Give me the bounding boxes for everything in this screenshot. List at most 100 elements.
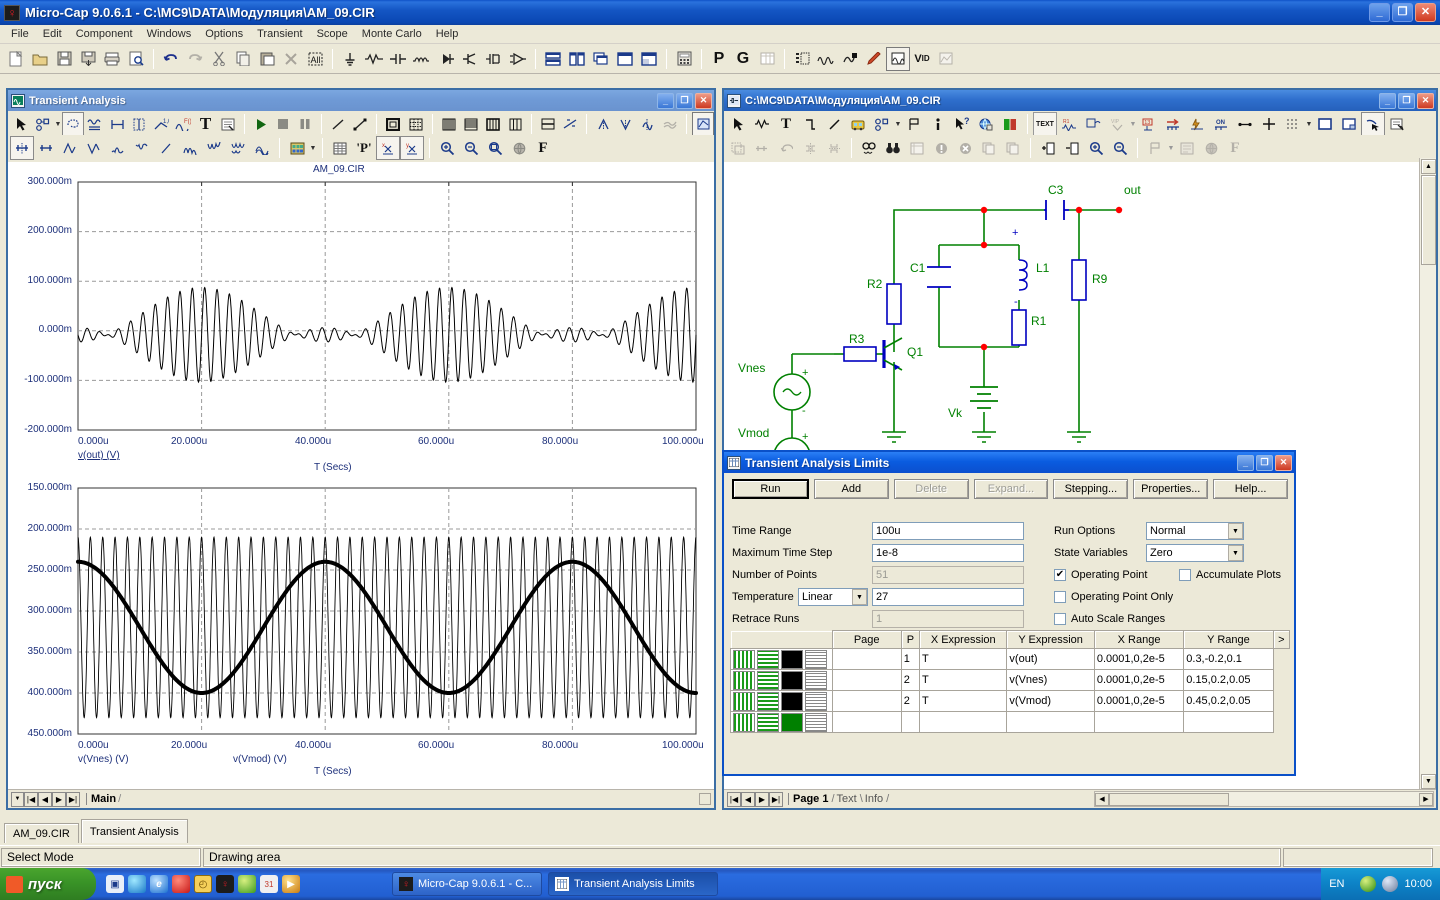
stepping-button[interactable]: Stepping... [1053,479,1129,499]
fft-function-icon[interactable]: F() [172,112,194,136]
probe-pen-icon[interactable] [862,47,886,71]
probe-g-icon[interactable]: G [731,47,755,71]
row-swatches[interactable] [730,648,833,670]
next-valley-icon[interactable] [202,136,226,160]
chevron-down-icon[interactable]: ▼ [1228,545,1243,561]
color-swatch[interactable] [781,670,803,690]
menu-item-transient[interactable]: Transient [250,26,309,42]
label-branch-icon[interactable]: 1,0 [150,112,172,136]
print-icon[interactable] [100,47,124,71]
volume-icon[interactable] [1382,876,1399,892]
line-style-swatch[interactable] [733,649,755,669]
menu-item-windows[interactable]: Windows [140,26,199,42]
scroll-up-button[interactable]: ▲ [1421,159,1436,174]
micro-cap-logo-icon[interactable]: ♀ [216,875,234,893]
vid-label-icon[interactable]: V ID [910,47,934,71]
x-expand-icon[interactable] [34,136,58,160]
plot2-legend-vnes[interactable]: v(Vnes) (V) [78,754,129,765]
numeric-output-icon[interactable] [328,136,352,160]
model-editor-icon[interactable] [838,47,862,71]
header-x-expression[interactable]: X Expression [919,630,1008,649]
scale-mode-icon[interactable] [32,112,54,136]
label-R2[interactable]: R2 [867,277,883,291]
resistor-component-icon[interactable] [362,47,386,71]
color-swatch[interactable] [781,691,803,711]
text-tool-icon[interactable]: T [195,112,217,136]
grid-dots-icon[interactable] [1281,112,1305,136]
numeric-swatch[interactable] [805,670,827,690]
animate-icon[interactable] [691,112,715,136]
chevron-down-icon[interactable]: ▼ [894,112,902,136]
flag-list-icon[interactable] [1143,136,1167,160]
x-axis-scale-icon[interactable]: x [376,136,400,160]
print-preview-icon[interactable] [124,47,148,71]
part-name-icon[interactable]: R1 [1057,112,1081,136]
pattern-swatch[interactable] [757,712,779,732]
cell-p[interactable] [900,711,921,733]
save-all-icon[interactable] [76,47,100,71]
color-swatch[interactable] [781,649,803,669]
component-R9[interactable] [1071,259,1087,301]
scroll-down-button[interactable]: ▼ [1421,774,1436,789]
cell-x-range[interactable]: 0.0001,0,2e-5 [1093,648,1185,670]
cursor-crosshair-icon[interactable] [559,112,581,136]
hscroll-thumb[interactable] [1109,792,1229,806]
line-tool-icon[interactable] [327,112,349,136]
time-range-input[interactable]: 100u [872,522,1024,540]
doc-tab-am09[interactable]: AM_09.CIR [4,823,79,843]
cell-page[interactable] [831,711,902,733]
prev-page-button[interactable]: ◀ [38,791,52,807]
limits-maximize-button[interactable]: ❐ [1256,454,1273,471]
scroll-thumb[interactable] [1421,175,1436,265]
cell-p[interactable]: 2 [900,669,921,691]
group-select-icon[interactable] [726,136,750,160]
plot1-legend-vout[interactable]: v(out) (V) [78,450,120,461]
numeric-swatch[interactable] [805,712,827,732]
cut-icon[interactable] [207,47,231,71]
page-tab-main[interactable]: Main [86,793,116,805]
scroll-right-button[interactable]: ▶ [1419,792,1433,806]
row-swatches[interactable] [730,690,833,712]
doc-tab-transient-analysis[interactable]: Transient Analysis [80,819,188,843]
label-Q1[interactable]: Q1 [907,345,923,359]
taskbar-item-transient-limits[interactable]: Transient Analysis Limits [548,872,718,896]
temperature-mode-select[interactable]: Linear ▼ [798,588,868,606]
envelope-cursor-icon[interactable] [250,136,274,160]
operating-point-checkbox[interactable]: ✔ [1054,569,1066,581]
label-out-node[interactable]: out [1124,183,1141,197]
chevron-down-icon[interactable]: ▼ [54,112,61,136]
cascade-windows-icon[interactable] [589,47,613,71]
current-arrows-icon[interactable] [1161,112,1185,136]
last-page-button[interactable]: ▶| [769,791,783,807]
mirror-icon[interactable] [798,136,822,160]
peak-cursor-icon[interactable] [58,136,82,160]
error-icon[interactable] [953,136,977,160]
cell-x-expression[interactable]: T [919,669,1008,691]
calendar-icon[interactable]: 31 [260,875,278,893]
line-style-swatch[interactable] [733,670,755,690]
row-swatches[interactable] [730,711,833,733]
max-time-step-input[interactable]: 1e-8 [872,544,1024,562]
split-window-icon[interactable] [637,47,661,71]
title-block-icon[interactable] [1337,112,1361,136]
cell-y-expression[interactable]: v(Vnes) [1006,669,1095,691]
accumulate-plots-checkbox[interactable] [1179,569,1191,581]
cursor-valley-icon[interactable] [615,112,637,136]
scale-waveform-icon[interactable] [84,112,106,136]
browser-globe-icon[interactable] [128,875,146,893]
menu-item-edit[interactable]: Edit [36,26,69,42]
plot-canvas[interactable]: AM_09.CIR 300.000m 200.000m 100.000m 0.0… [8,162,714,789]
next-page-button[interactable]: ▶ [52,791,66,807]
calculator-icon[interactable] [672,47,696,71]
label-R3[interactable]: R3 [849,332,865,346]
page-properties-icon[interactable] [1385,112,1409,136]
table-row[interactable] [730,711,1290,733]
select-arrow-icon[interactable] [10,112,32,136]
grid-table-icon[interactable] [755,47,779,71]
condition-display-icon[interactable]: ON [1209,112,1233,136]
cursor-sloped-icon[interactable] [659,112,681,136]
capacitor-component-icon[interactable] [386,47,410,71]
help-globe-icon[interactable] [1199,136,1223,160]
limits-minimize-button[interactable]: _ [1237,454,1254,471]
component-L1[interactable] [1018,259,1028,291]
